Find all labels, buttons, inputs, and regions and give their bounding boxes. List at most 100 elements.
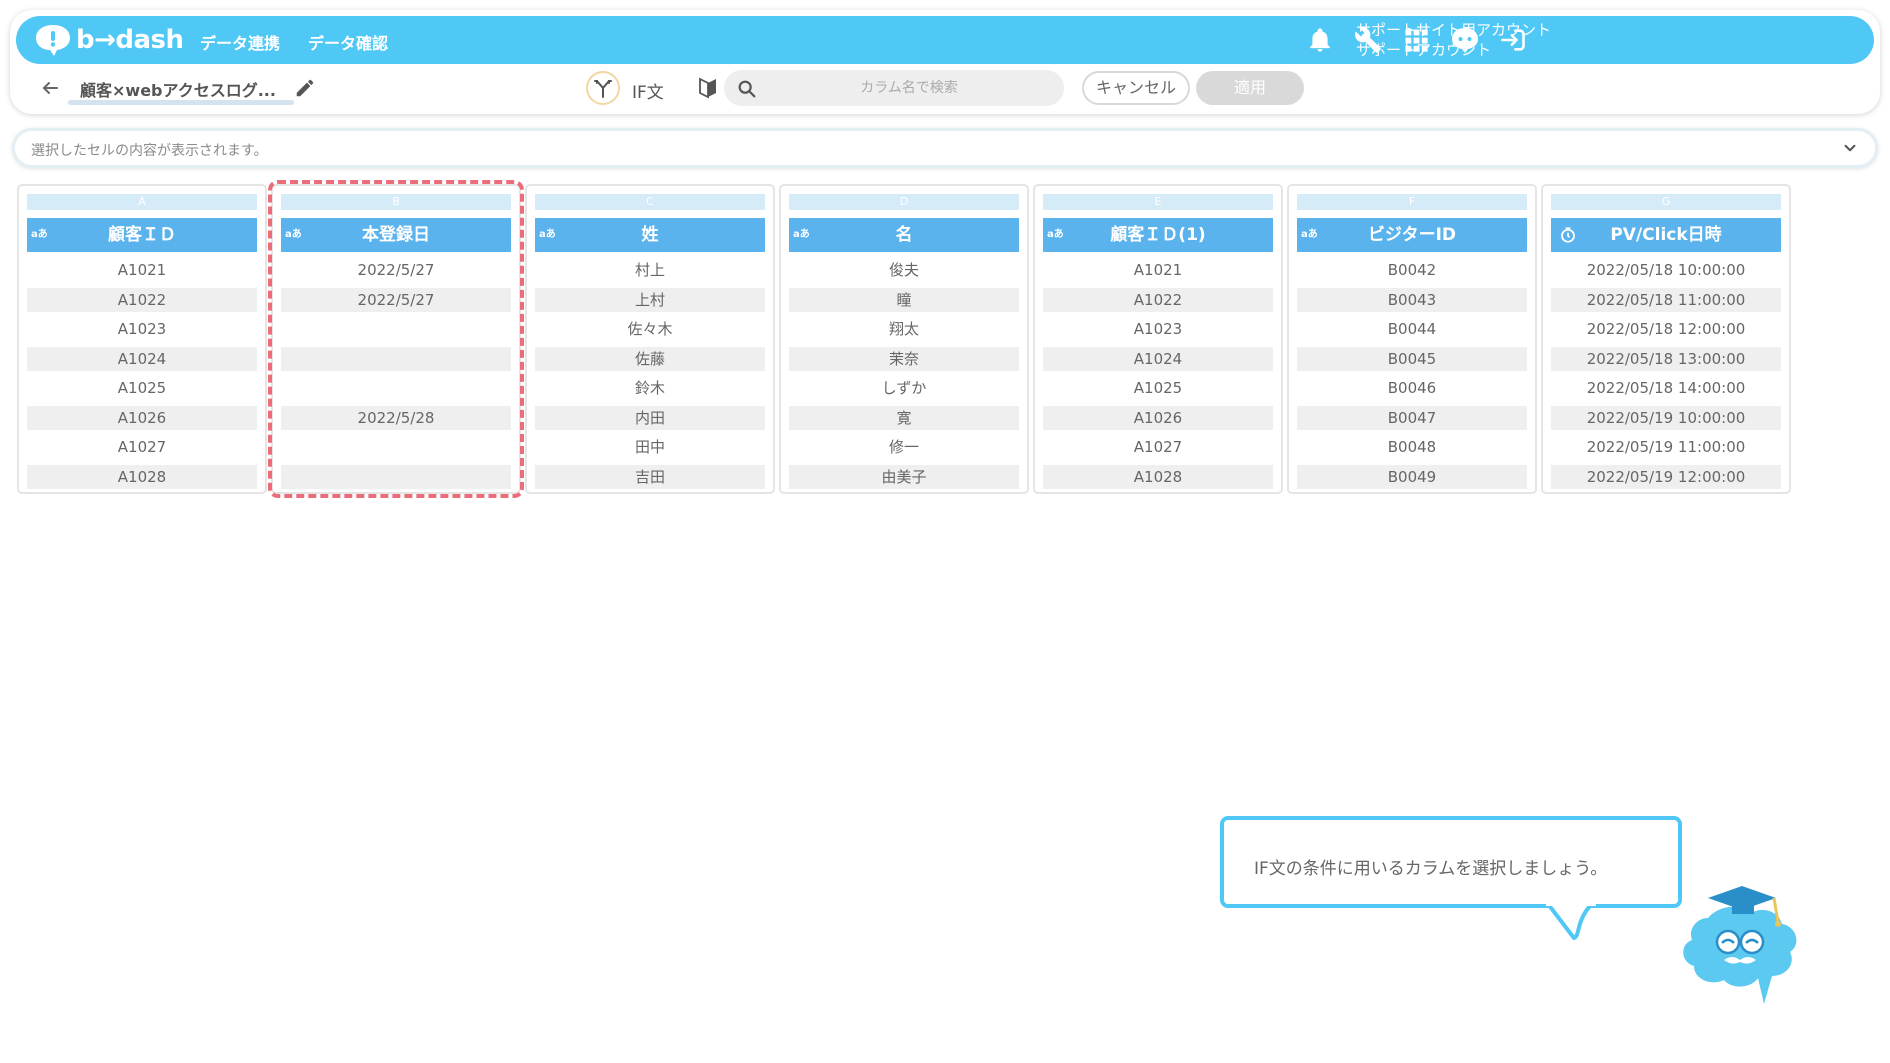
table-cell[interactable]: A1028	[27, 465, 257, 490]
column-f[interactable]: Faあ ビジターID B0042 B0043 B0044 B0045 B0046 B0047 B…	[1287, 184, 1537, 494]
wrench-icon[interactable]	[1354, 26, 1382, 54]
sheet-toolbar: 顧客×webアクセスログ... IF文 キャンセル 適用	[16, 68, 1874, 110]
table-cell[interactable]: 田中	[535, 433, 765, 463]
table-cell[interactable]: 吉田	[535, 465, 765, 490]
guide-text: IF文の条件に用いるカラムを選択しましょう。	[1254, 859, 1608, 879]
column-header-label: 顧客ＩＤ	[108, 225, 176, 245]
table-cell[interactable]: 茉奈	[789, 347, 1019, 372]
table-cell[interactable]: A1025	[27, 374, 257, 404]
table-cell[interactable]: 佐々木	[535, 315, 765, 345]
table-cell[interactable]: 村上	[535, 256, 765, 286]
table-cell[interactable]: 2022/05/18 11:00:00	[1551, 288, 1781, 313]
column-c[interactable]: Caあ 姓村上 上村 佐々木 佐藤 鈴木 内田 田中 吉田	[525, 184, 775, 494]
text-type-icon: aあ	[793, 229, 810, 240]
table-cell[interactable]: 2022/05/19 10:00:00	[1551, 406, 1781, 431]
table-cell[interactable]: A1026	[27, 406, 257, 431]
cancel-button[interactable]: キャンセル	[1082, 71, 1190, 105]
back-arrow-icon[interactable]	[38, 76, 62, 100]
table-cell[interactable]: 瞳	[789, 288, 1019, 313]
column-search-input[interactable]	[764, 74, 1054, 102]
column-header[interactable]: aあ 顧客ＩＤ	[27, 218, 257, 252]
table-cell[interactable]: B0045	[1297, 347, 1527, 372]
column-search-box[interactable]	[724, 70, 1064, 106]
chat-support-icon[interactable]	[1450, 26, 1478, 54]
column-letter: A	[27, 194, 257, 210]
cell-content-text: 選択したセルの内容が表示されます。	[31, 143, 268, 159]
table-cell[interactable]: 2022/05/18 12:00:00	[1551, 315, 1781, 345]
nav-data-integration[interactable]: データ連携	[200, 30, 280, 54]
column-header-label: PV/Click日時	[1610, 225, 1722, 245]
table-cell[interactable]: B0043	[1297, 288, 1527, 313]
table-cell[interactable]: B0044	[1297, 315, 1527, 345]
table-cell[interactable]: 翔太	[789, 315, 1019, 345]
table-cell[interactable]: A1021	[27, 256, 257, 286]
table-cell[interactable]: 2022/05/18 13:00:00	[1551, 347, 1781, 372]
table-cell[interactable]: A1027	[1043, 433, 1273, 463]
table-cell[interactable]: A1024	[27, 347, 257, 372]
table-cell[interactable]: B0042	[1297, 256, 1527, 286]
beginner-mark-icon[interactable]	[696, 76, 720, 100]
table-cell[interactable]: A1022	[1043, 288, 1273, 313]
table-cell[interactable]: しずか	[789, 374, 1019, 404]
table-cell[interactable]: 鈴木	[535, 374, 765, 404]
if-statement-icon[interactable]	[586, 71, 620, 105]
table-cell[interactable]: A1026	[1043, 406, 1273, 431]
table-cell[interactable]: 2022/05/19 11:00:00	[1551, 433, 1781, 463]
text-type-icon: aあ	[539, 229, 556, 240]
table-cell[interactable]: A1022	[27, 288, 257, 313]
table-cell[interactable]: A1024	[1043, 347, 1273, 372]
clock-icon	[1561, 227, 1575, 243]
nav-data-check[interactable]: データ確認	[308, 30, 388, 54]
pencil-icon[interactable]	[294, 77, 316, 99]
title-underline	[68, 100, 294, 105]
grid-icon[interactable]	[1402, 26, 1430, 54]
bell-icon[interactable]	[1306, 26, 1334, 54]
table-cell[interactable]: B0048	[1297, 433, 1527, 463]
table-cell[interactable]: 修一	[789, 433, 1019, 463]
apply-button[interactable]: 適用	[1196, 71, 1304, 105]
table-cell[interactable]: 内田	[535, 406, 765, 431]
table-cell[interactable]: 俊夫	[789, 256, 1019, 286]
sheet-title[interactable]: 顧客×webアクセスログ...	[80, 77, 276, 101]
guide-speech-bubble: IF文の条件に用いるカラムを選択しましょう。	[1220, 816, 1682, 908]
column-d[interactable]: Daあ 名俊夫瞳翔太 茉奈 しずか寛修一 由美子	[779, 184, 1029, 494]
column-header-label: 姓	[641, 225, 659, 245]
text-type-icon: aあ	[1301, 229, 1318, 240]
table-cell[interactable]: 2022/05/18 14:00:00	[1551, 374, 1781, 404]
bubble-tail	[1546, 900, 1596, 940]
column-letter: G	[1551, 194, 1781, 210]
column-letter: D	[789, 194, 1019, 210]
table-cell[interactable]: 上村	[535, 288, 765, 313]
table-cell[interactable]: 寛	[789, 406, 1019, 431]
column-header-label: 名	[895, 225, 913, 245]
logout-icon[interactable]	[1498, 26, 1526, 54]
chevron-down-icon[interactable]	[1841, 139, 1859, 157]
text-type-icon: aあ	[1047, 229, 1064, 240]
column-g[interactable]: G PV/Click日時 2022/05/18 10:00:00 2022/05/18…	[1541, 184, 1791, 494]
cell-content-bar[interactable]: 選択したセルの内容が表示されます。	[12, 128, 1878, 168]
table-cell[interactable]: B0049	[1297, 465, 1527, 490]
table-cell[interactable]: 2022/05/18 10:00:00	[1551, 256, 1781, 286]
table-cell[interactable]: A1023	[27, 315, 257, 345]
table-cell[interactable]: 佐藤	[535, 347, 765, 372]
table-cell[interactable]: B0047	[1297, 406, 1527, 431]
bdash-logo[interactable]: b→dash	[34, 22, 184, 58]
logo-text: b→dash	[76, 25, 184, 55]
table-cell[interactable]: A1021	[1043, 256, 1273, 286]
column-header[interactable]: aあ 姓	[535, 218, 765, 252]
table-cell[interactable]: 2022/05/19 12:00:00	[1551, 465, 1781, 490]
table-cell[interactable]: A1027	[27, 433, 257, 463]
table-cell[interactable]: 由美子	[789, 465, 1019, 490]
brain-mascot-icon	[1683, 886, 1797, 1004]
table-cell[interactable]: A1023	[1043, 315, 1273, 345]
column-header[interactable]: PV/Click日時	[1551, 218, 1781, 252]
top-navigation-bar: b→dash データ連携 データ確認 サポートサイト用アカウント サポートアカウ…	[16, 16, 1874, 64]
column-header[interactable]: aあ ビジターID	[1297, 218, 1527, 252]
table-cell[interactable]: B0046	[1297, 374, 1527, 404]
table-cell[interactable]: A1028	[1043, 465, 1273, 490]
table-cell[interactable]: A1025	[1043, 374, 1273, 404]
column-header[interactable]: aあ 名	[789, 218, 1019, 252]
column-a[interactable]: Aaあ 顧客ＩＤ A1021 A1022 A1023 A1024 A1025 A1026 A10…	[17, 184, 267, 494]
column-e[interactable]: Eaあ 顧客ＩＤ(1) A1021 A1022 A1023 A1024 A1025 A1026…	[1033, 184, 1283, 494]
column-header[interactable]: aあ 顧客ＩＤ(1)	[1043, 218, 1273, 252]
